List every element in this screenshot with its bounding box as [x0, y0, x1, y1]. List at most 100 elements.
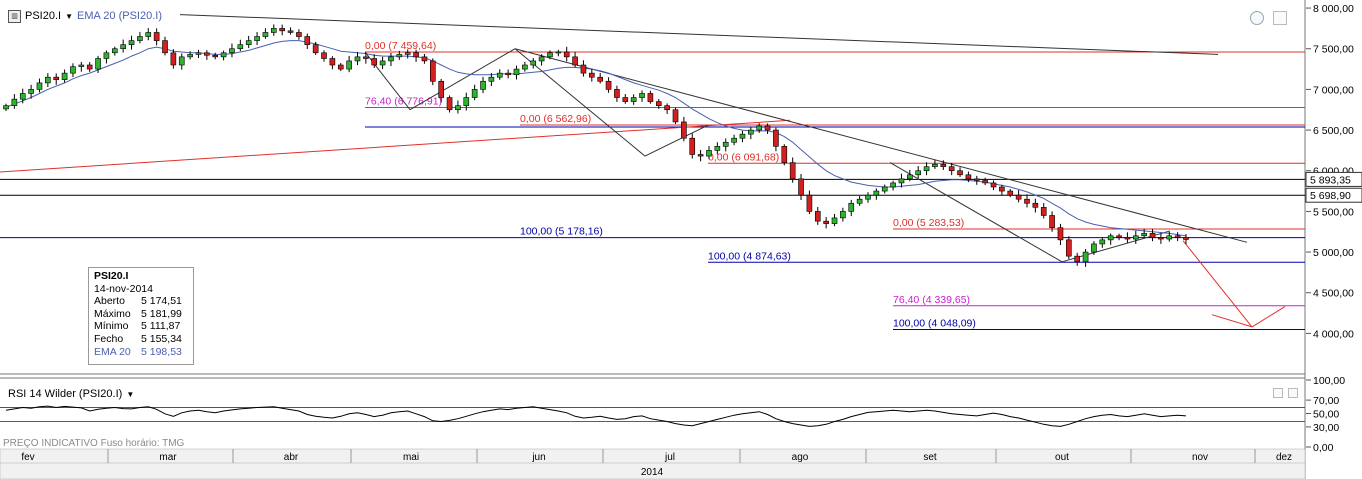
fib-level-label: 0,00 (5 283,53)	[893, 217, 964, 229]
candle-body	[614, 89, 620, 98]
fib-level-label: 0,00 (7 459,64)	[365, 40, 436, 52]
candle-body	[639, 93, 645, 98]
candle-body	[363, 56, 369, 59]
candle-body	[923, 166, 930, 172]
candle-body	[53, 76, 60, 80]
fib-level-label: 0,00 (6 562,96)	[520, 113, 591, 125]
candle-body	[748, 129, 754, 135]
candle-body	[689, 137, 696, 155]
maximize-panel-icon[interactable]	[1273, 11, 1287, 25]
candle-body	[505, 72, 511, 76]
candle-body	[153, 32, 160, 41]
candle-body	[522, 64, 528, 70]
candle-body	[354, 56, 361, 62]
candle-body	[1149, 233, 1156, 238]
info-row-low: Mínimo 5 111,87	[94, 320, 181, 333]
candle-body	[806, 194, 813, 212]
rsi-toolbar: RSI 14 Wilder (PSI20.I) ▼	[8, 386, 134, 402]
candle-body	[178, 56, 185, 66]
rsi-line	[5, 405, 1187, 427]
y-tick-label: 7 000,00	[1313, 84, 1354, 96]
rsi-restore-icon[interactable]	[1273, 388, 1283, 398]
candle-body	[840, 211, 846, 219]
symbol-dropdown-icon[interactable]: ▼	[65, 12, 73, 21]
candle-body	[455, 105, 461, 111]
candle-body	[563, 51, 570, 58]
info-row-close: Fecho 5 155,34	[94, 332, 182, 345]
candle-body	[932, 163, 938, 167]
candle-body	[220, 52, 227, 58]
candle-body	[86, 64, 93, 70]
candle-body	[480, 80, 486, 90]
chart-type-icon[interactable]: ▥	[8, 9, 21, 23]
candle-body	[28, 89, 34, 94]
candle-body	[304, 36, 311, 45]
candle-body	[1107, 235, 1114, 241]
candle-body	[45, 76, 51, 84]
x-tick-label: fev	[21, 452, 34, 463]
candle-body	[547, 52, 553, 58]
clock-icon[interactable]	[1250, 11, 1264, 25]
candle-body	[488, 76, 495, 82]
candle-body	[655, 101, 662, 106]
rsi-indicator-label[interactable]: RSI 14 Wilder (PSI20.I)	[8, 388, 122, 400]
rsi-dropdown-icon[interactable]: ▼	[126, 390, 134, 399]
candle-body	[19, 93, 26, 100]
candle-body	[798, 178, 804, 196]
x-tick-label: out	[1055, 452, 1069, 463]
candle-body	[1082, 251, 1089, 263]
candle-body	[413, 52, 419, 58]
candle-body	[814, 211, 821, 222]
candle-body	[254, 36, 260, 41]
x-tick-label: mar	[159, 452, 177, 463]
candle-body	[162, 40, 168, 54]
symbol-label[interactable]: PSI20.I	[25, 10, 61, 22]
candle-body	[1141, 233, 1147, 237]
rsi-maximize-icon[interactable]	[1288, 388, 1298, 398]
rsi-y-tick-label: 70,00	[1313, 395, 1339, 407]
ohlc-info-box: PSI20.I 14-nov-2014 Aberto 5 174,51 Máxim…	[88, 267, 194, 365]
x-tick-label: mai	[403, 452, 419, 463]
candle-body	[898, 178, 905, 184]
candle-body	[128, 40, 135, 45]
candle-body	[1158, 237, 1164, 240]
fib-level-label: 100,00 (4 874,63)	[708, 250, 791, 262]
fib-level-label: 100,00 (5 178,16)	[520, 226, 603, 238]
candle-body	[1074, 255, 1081, 263]
candle-body	[346, 60, 352, 70]
price-chart[interactable]: fev mar abr mai jun jul ago set out nov dez 2014 8 0…	[0, 0, 1362, 479]
candle-body	[664, 105, 670, 111]
candle-body	[371, 58, 378, 66]
y-tick-label: 7 500,00	[1313, 44, 1354, 56]
price-tag-label: 5 698,90	[1310, 190, 1351, 202]
y-tick-label: 6 500,00	[1313, 125, 1354, 137]
ema-indicator-label[interactable]: EMA 20 (PSI20.I)	[77, 10, 162, 22]
price-panel-bg	[0, 0, 1305, 374]
candle-body	[1099, 239, 1106, 245]
candle-body	[496, 72, 503, 78]
candle-body	[982, 180, 988, 184]
candle-body	[1007, 190, 1014, 196]
y-tick-label: 4 000,00	[1313, 328, 1354, 340]
footer-note: PREÇO INDICATIVO Fuso horário: TMG	[3, 438, 185, 449]
candle-body	[739, 133, 746, 139]
candle-body	[321, 52, 327, 59]
y-tick-label: 5 500,00	[1313, 206, 1354, 218]
candle-body	[279, 28, 285, 32]
candle-body	[580, 64, 587, 74]
candle-body	[95, 58, 101, 70]
x-tick-label: abr	[284, 452, 299, 463]
candle-body	[103, 52, 110, 59]
candle-body	[237, 44, 244, 50]
y-tick-label: 4 500,00	[1313, 288, 1354, 300]
candle-body	[948, 166, 955, 172]
candle-body	[881, 186, 888, 192]
candle-body	[873, 190, 880, 196]
candle-body	[11, 98, 18, 106]
candle-body	[337, 64, 344, 70]
rsi-y-tick-label: 50,00	[1313, 409, 1339, 421]
candle-body	[965, 174, 972, 180]
candle-body	[764, 125, 771, 131]
candle-body	[1024, 198, 1030, 204]
candle-body	[204, 52, 210, 56]
